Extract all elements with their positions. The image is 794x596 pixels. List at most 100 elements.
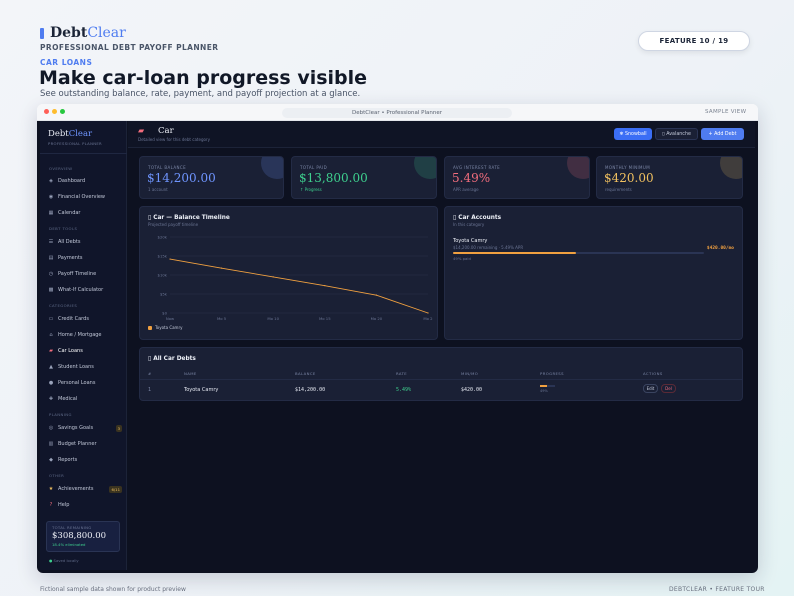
sidebar-item-what-if[interactable]: ▩ What-If Calculator [48, 285, 122, 295]
data-point [221, 267, 223, 269]
stat-label: TOTAL BALANCE [148, 165, 187, 170]
avalanche-button[interactable]: ▯ Avalanche [655, 128, 698, 140]
x-tick-label: Mo 20 [371, 316, 383, 321]
sidebar-item-label: Help [58, 502, 70, 508]
chart-icon: ▥ [48, 441, 54, 447]
section-planning: PLANNING [49, 412, 72, 417]
brand-tagline: PROFESSIONAL DEBT PAYOFF PLANNER [40, 43, 219, 52]
data-point [375, 294, 377, 296]
footer-tour: DEBTCLEAR • FEATURE TOUR [669, 586, 765, 593]
brand-bar-icon [40, 27, 44, 39]
list-icon: ☰ [48, 239, 54, 245]
sidebar-item-label: Payments [58, 255, 83, 261]
brand-name: DebtClear [50, 25, 126, 41]
accounts-subtitle: In this category [453, 222, 485, 227]
y-tick-label: $20k [158, 235, 168, 240]
sidebar-item-dashboard[interactable]: ◈ Dashboard [48, 176, 122, 186]
y-tick-label: $15k [158, 254, 168, 259]
sidebar-item-label: Financial Overview [58, 194, 106, 200]
col-header: PROGRESS [540, 371, 564, 376]
achievements-badge: 6/11 [109, 485, 122, 493]
sidebar-item-calendar[interactable]: ▦ Calendar [48, 208, 122, 218]
sidebar-item-reports[interactable]: ◆ Reports [48, 455, 122, 465]
sidebar-item-financial-overview[interactable]: ◉ Financial Overview [48, 192, 122, 202]
sidebar-item-label: Payoff Timeline [58, 271, 97, 277]
subhead: See outstanding balance, rate, payment, … [40, 89, 361, 99]
sidebar-item-achievements[interactable]: ★ Achievements 6/11 [48, 484, 122, 494]
sidebar-item-label: Budget Planner [58, 441, 97, 447]
house-icon: ⌂ [49, 332, 53, 338]
sidebar-item-car-loans[interactable]: ▰ Car Loans [48, 346, 122, 356]
sidebar-item-payoff-timeline[interactable]: ◷ Payoff Timeline [48, 269, 122, 279]
sidebar-item-help[interactable]: ? Help [48, 500, 122, 510]
row-progress-text: 49% [540, 389, 548, 393]
stat-label: MONTHLY MINIMUM [605, 165, 651, 170]
sidebar-item-home[interactable]: ⌂ Home / Mortgage [48, 330, 122, 340]
graduation-cap-icon: ▲ [49, 364, 53, 370]
snowball-button[interactable]: ❄ Snowball [614, 128, 652, 140]
cell-name: Toyota Camry [184, 387, 219, 393]
sidebar-subtitle: PROFESSIONAL PLANNER [48, 141, 102, 146]
maximize-dot-icon[interactable] [60, 109, 65, 114]
stat-value: $420.00 [604, 171, 654, 185]
url-bar[interactable]: DebtClear • Professional Planner [282, 108, 512, 118]
y-tick-label: $0 [162, 311, 167, 316]
legend-swatch [148, 325, 152, 330]
headline: Make car-loan progress visible [39, 67, 368, 89]
sidebar-item-label: Dashboard [58, 178, 86, 184]
data-point [427, 312, 429, 314]
close-dot-icon[interactable] [44, 109, 49, 114]
receipt-icon: ▤ [48, 255, 54, 261]
stat-total-paid: TOTAL PAID $13,800.00 ↑ Progress [291, 156, 437, 199]
sidebar-item-all-debts[interactable]: ☰ All Debts [48, 237, 122, 247]
car-accounts-panel: ▯ Car Accounts In this category Toyota C… [444, 206, 743, 340]
feature-badge: FEATURE 10 / 19 [638, 31, 750, 51]
edit-button[interactable]: Edit [643, 384, 658, 393]
total-eliminated: 18.4% eliminated [52, 542, 86, 547]
y-tick-label: $10k [158, 273, 168, 278]
stat-sub: 1 account [148, 187, 168, 192]
all-car-debts-panel: ▯ All Car Debts # NAME BALANCE RATE MIN/… [139, 347, 743, 401]
accounts-title: ▯ Car Accounts [453, 215, 502, 221]
account-name[interactable]: Toyota Camry [453, 238, 487, 244]
sidebar: DebtClear PROFESSIONAL PLANNER OVERVIEW … [40, 121, 127, 570]
add-debt-button[interactable]: + Add Debt [701, 128, 744, 140]
stat-value: $14,200.00 [147, 171, 216, 185]
decor-circle [720, 157, 742, 179]
page-subtitle: Detailed view for this debt category [138, 137, 210, 142]
sidebar-item-label: Car Loans [58, 348, 83, 354]
sidebar-item-budget-planner[interactable]: ▥ Budget Planner [48, 439, 122, 449]
sidebar-item-label: Student Loans [58, 364, 94, 370]
col-header: # [148, 371, 152, 376]
sidebar-item-savings-goals[interactable]: ◎ Savings Goals 3 [48, 423, 122, 433]
sidebar-item-medical[interactable]: ✚ Medical [48, 394, 122, 404]
sidebar-item-student-loans[interactable]: ▲ Student Loans [48, 362, 122, 372]
x-tick-label: Mo 2 [423, 316, 433, 321]
cell-min: $420.00 [461, 387, 483, 393]
trophy-icon: ★ [48, 486, 54, 492]
eyebrow: CAR LOANS [40, 58, 93, 67]
footer-disclaimer: Fictional sample data shown for product … [40, 586, 186, 593]
sidebar-item-payments[interactable]: ▤ Payments [48, 253, 122, 263]
account-detail: $14,200.00 remaining · 5.49% APR [453, 245, 524, 250]
section-debt-tools: DEBT TOOLS [49, 226, 78, 231]
sidebar-item-label: Medical [58, 396, 78, 402]
sidebar-item-personal-loans[interactable]: ● Personal Loans [48, 378, 122, 388]
stat-label: TOTAL PAID [300, 165, 328, 170]
sidebar-item-label: Calendar [58, 210, 81, 216]
sample-view-label: SAMPLE VIEW [705, 109, 747, 115]
delete-button[interactable]: Del [661, 384, 676, 393]
data-point [169, 258, 171, 260]
app-window: DebtClear • Professional Planner SAMPLE … [37, 104, 758, 573]
minimize-dot-icon[interactable] [52, 109, 57, 114]
account-progress-track [453, 252, 704, 254]
sidebar-item-credit-cards[interactable]: ▭ Credit Cards [48, 314, 122, 324]
dashboard-icon: ◈ [49, 178, 53, 184]
sidebar-item-label: Home / Mortgage [58, 332, 102, 338]
sidebar-item-label: Achievements [58, 486, 94, 492]
stat-sub: requirements [605, 187, 632, 192]
sidebar-logo[interactable]: DebtClear [48, 129, 92, 139]
y-tick-label: $5k [160, 292, 168, 297]
row-divider [140, 379, 742, 380]
report-icon: ◆ [49, 457, 53, 463]
